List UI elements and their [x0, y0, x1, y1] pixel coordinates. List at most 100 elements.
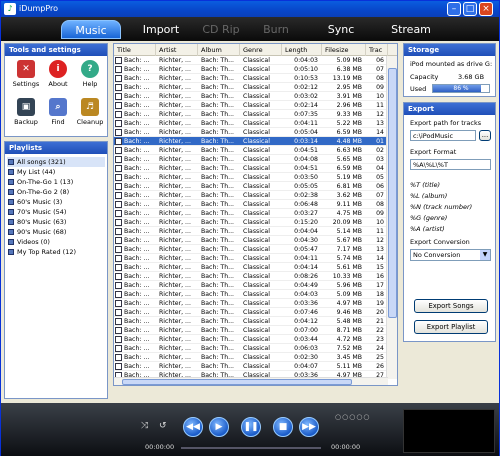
table-row[interactable]: Bach: ... Richter, ... Bach: Th... Classica…: [114, 236, 388, 245]
column-header[interactable]: Trac: [366, 44, 388, 56]
table-row[interactable]: Bach: ... Richter, ... Bach: Th... Classica…: [114, 128, 388, 137]
table-row[interactable]: Bach: ... Richter, ... Bach: Th... Classica…: [114, 200, 388, 209]
tab-import[interactable]: Import: [131, 20, 191, 39]
music-file-icon: [115, 336, 122, 343]
table-row[interactable]: Bach: ... Richter, ... Bach: Th... Classica…: [114, 344, 388, 353]
tab-music[interactable]: Music: [61, 20, 121, 39]
table-row[interactable]: Bach: ... Richter, ... Bach: Th... Classica…: [114, 74, 388, 83]
table-row[interactable]: Bach: ... Richter, ... Bach: Th... Classica…: [114, 227, 388, 236]
column-header[interactable]: Length: [282, 44, 322, 56]
about-button[interactable]: i About: [43, 60, 73, 88]
column-header[interactable]: Genre: [240, 44, 282, 56]
playlist-icon: [8, 189, 14, 195]
find-button[interactable]: ⌕ Find: [43, 98, 73, 126]
table-row[interactable]: Bach: ... Richter, ... Bach: Th... Classica…: [114, 110, 388, 119]
tab-sync[interactable]: Sync: [316, 20, 366, 39]
column-header[interactable]: Artist: [156, 44, 198, 56]
playlist-item[interactable]: My List (44): [7, 167, 105, 177]
table-row[interactable]: Bach: ... Richter, ... Bach: Th... Classica…: [114, 65, 388, 74]
cleanup-button[interactable]: ♬ Cleanup: [75, 98, 105, 126]
minimize-button[interactable]: –: [447, 2, 461, 16]
settings-icon: ✕: [17, 60, 35, 78]
horizontal-scrollbar[interactable]: [114, 377, 388, 385]
tab-stream[interactable]: Stream: [381, 20, 441, 39]
table-row[interactable]: Bach: ... Richter, ... Bach: Th... Classica…: [114, 317, 388, 326]
legend-album: %L (album): [410, 192, 448, 200]
table-row[interactable]: Bach: ... Richter, ... Bach: Th... Classica…: [114, 146, 388, 155]
table-row[interactable]: Bach: ... Richter, ... Bach: Th... Classica…: [114, 272, 388, 281]
table-row[interactable]: Bach: ... Richter, ... Bach: Th... Classica…: [114, 308, 388, 317]
export-playlist-button[interactable]: Export Playlist: [414, 320, 488, 334]
tab-burn[interactable]: Burn: [251, 20, 301, 39]
playlist-icon: [8, 239, 14, 245]
table-row[interactable]: Bach: ... Richter, ... Bach: Th... Classica…: [114, 164, 388, 173]
table-row[interactable]: Bach: ... Richter, ... Bach: Th... Classica…: [114, 245, 388, 254]
volume-dots[interactable]: ○○○○○: [335, 413, 371, 421]
table-row[interactable]: Bach: ... Richter, ... Bach: Th... Classica…: [114, 218, 388, 227]
play-button[interactable]: ▶: [209, 417, 229, 437]
playlist-item[interactable]: All songs (321): [7, 157, 105, 167]
playlist-item[interactable]: Videos (0): [7, 237, 105, 247]
find-icon: ⌕: [49, 98, 67, 116]
export-songs-button[interactable]: Export Songs: [414, 299, 488, 313]
table-row[interactable]: Bach: ... Richter, ... Bach: Th... Classica…: [114, 209, 388, 218]
playlist-item[interactable]: On-The-Go 2 (8): [7, 187, 105, 197]
backup-button[interactable]: ▣ Backup: [11, 98, 41, 126]
table-row[interactable]: Bach: ... Richter, ... Bach: Th... Classica…: [114, 326, 388, 335]
music-file-icon: [115, 291, 122, 298]
table-row[interactable]: Bach: ... Richter, ... Bach: Th... Classica…: [114, 254, 388, 263]
conversion-value: No Conversion: [413, 251, 461, 259]
table-row[interactable]: Bach: ... Richter, ... Bach: Th... Classica…: [114, 362, 388, 371]
table-row[interactable]: Bach: ... Richter, ... Bach: Th... Classica…: [114, 173, 388, 182]
table-row[interactable]: Bach: ... Richter, ... Bach: Th... Classica…: [114, 92, 388, 101]
table-row[interactable]: Bach: ... Richter, ... Bach: Th... Classica…: [114, 290, 388, 299]
export-path-input[interactable]: c:\iPodMusic: [410, 130, 476, 141]
playlist-icon: [8, 249, 14, 255]
playlist-item[interactable]: 70's Music (54): [7, 207, 105, 217]
column-header[interactable]: Album: [198, 44, 240, 56]
table-row[interactable]: Bach: ... Richter, ... Bach: Th... Classica…: [114, 353, 388, 362]
table-row[interactable]: Bach: ... Richter, ... Bach: Th... Classica…: [114, 56, 388, 65]
export-conversion-label: Export Conversion: [410, 238, 470, 246]
chevron-down-icon[interactable]: ▼: [480, 250, 490, 260]
table-row[interactable]: Bach: ... Richter, ... Bach: Th... Classica…: [114, 263, 388, 272]
tab-cd-rip[interactable]: CD Rip: [191, 20, 251, 39]
repeat-icon[interactable]: ↺: [159, 421, 167, 431]
export-conversion-select[interactable]: No Conversion ▼: [410, 249, 491, 261]
table-row[interactable]: Bach: ... Richter, ... Bach: Th... Classica…: [114, 191, 388, 200]
column-header[interactable]: Filesize: [322, 44, 366, 56]
table-row[interactable]: Bach: ... Richter, ... Bach: Th... Classica…: [114, 281, 388, 290]
seek-bar[interactable]: [181, 447, 321, 449]
shuffle-icon[interactable]: ⤨: [141, 421, 148, 431]
table-row[interactable]: Bach: ... Richter, ... Bach: Th... Classica…: [114, 335, 388, 344]
playlist-item[interactable]: 60's Music (3): [7, 197, 105, 207]
browse-button[interactable]: ...: [479, 130, 491, 141]
export-format-input[interactable]: %A\%L\%T: [410, 159, 491, 170]
playlist-item[interactable]: 80's Music (63): [7, 217, 105, 227]
pause-button[interactable]: ❚❚: [241, 417, 261, 437]
table-row[interactable]: Bach: ... Richter, ... Bach: Th... Classica…: [114, 155, 388, 164]
table-row[interactable]: Bach: ... Richter, ... Bach: Th... Classica…: [114, 119, 388, 128]
close-button[interactable]: ×: [479, 2, 493, 16]
scroll-thumb[interactable]: [388, 68, 397, 318]
stop-button[interactable]: ■: [273, 417, 293, 437]
playlist-item[interactable]: My Top Rated (12): [7, 247, 105, 257]
table-row[interactable]: Bach: ... Richter, ... Bach: Th... Classica…: [114, 182, 388, 191]
table-row[interactable]: Bach: ... Richter, ... Bach: Th... Classica…: [114, 137, 388, 146]
playlist-item[interactable]: 90's Music (68): [7, 227, 105, 237]
maximize-button[interactable]: □: [463, 2, 477, 16]
help-button[interactable]: ? Help: [75, 60, 105, 88]
export-panel: Export Export path for tracks c:\iPodMus…: [403, 102, 496, 342]
table-row[interactable]: Bach: ... Richter, ... Bach: Th... Classica…: [114, 83, 388, 92]
music-file-icon: [115, 138, 122, 145]
table-row[interactable]: Bach: ... Richter, ... Bach: Th... Classica…: [114, 101, 388, 110]
playlist-item[interactable]: On-The-Go 1 (13): [7, 177, 105, 187]
table-row[interactable]: Bach: ... Richter, ... Bach: Th... Classica…: [114, 299, 388, 308]
column-header[interactable]: Title: [114, 44, 156, 56]
music-file-icon: [115, 120, 122, 127]
vertical-scrollbar[interactable]: [386, 56, 397, 379]
previous-button[interactable]: ◀◀: [183, 417, 203, 437]
next-button[interactable]: ▶▶: [299, 417, 319, 437]
settings-button[interactable]: ✕ Settings: [11, 60, 41, 88]
hscroll-thumb[interactable]: [122, 379, 352, 385]
